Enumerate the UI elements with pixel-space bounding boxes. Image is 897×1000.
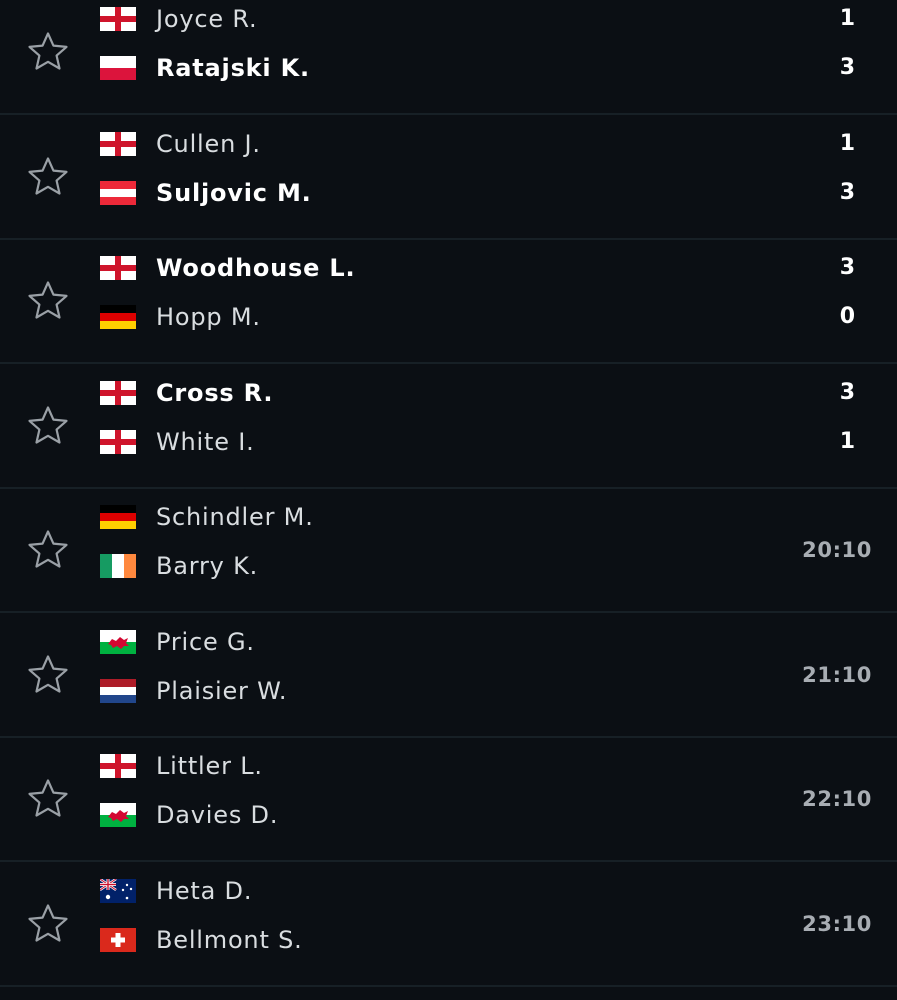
- home-player-name: Cross R.: [156, 379, 274, 407]
- match-row[interactable]: Woodhouse L. 3 Hopp M. 0: [0, 240, 897, 364]
- home-player-row: Joyce R. 1: [0, 0, 897, 39]
- match-row[interactable]: Littler L. Davies D. 22:10: [0, 738, 897, 862]
- england-flag: [100, 381, 136, 405]
- home-player-row: Cross R. 3: [0, 373, 897, 413]
- home-score: 1: [839, 131, 855, 156]
- away-score: 3: [839, 180, 855, 205]
- home-player-name: Price G.: [156, 628, 255, 656]
- away-player-row: Bellmont S.: [0, 920, 897, 960]
- home-player-row: Cullen J. 1: [0, 124, 897, 164]
- match-row[interactable]: Schindler M. Barry K. 20:10: [0, 489, 897, 613]
- match-start-time: 22:10: [802, 787, 872, 811]
- netherlands-flag: [100, 679, 136, 703]
- away-score: 0: [839, 304, 855, 329]
- away-player-name: Bellmont S.: [156, 926, 303, 954]
- england-flag: [100, 132, 136, 156]
- germany-flag: [100, 505, 136, 529]
- switzerland-flag: [100, 928, 136, 952]
- away-score: 1: [839, 429, 855, 454]
- away-player-row: Davies D.: [0, 795, 897, 835]
- home-player-name: Woodhouse L.: [156, 254, 356, 282]
- england-flag: [100, 7, 136, 31]
- home-player-row: Littler L.: [0, 746, 897, 786]
- home-player-name: Joyce R.: [156, 5, 258, 33]
- england-flag: [100, 754, 136, 778]
- away-player-name: Plaisier W.: [156, 677, 288, 705]
- match-row[interactable]: Cross R. 3 White I. 1: [0, 365, 897, 489]
- wales-flag: [100, 630, 136, 654]
- home-score: 3: [839, 255, 855, 280]
- home-score: 3: [839, 380, 855, 405]
- away-player-name: Ratajski K.: [156, 54, 310, 82]
- wales-flag: [100, 803, 136, 827]
- poland-flag: [100, 56, 136, 80]
- match-start-time: 21:10: [802, 663, 872, 687]
- home-player-row: Woodhouse L. 3: [0, 248, 897, 288]
- match-start-time: 23:10: [802, 912, 872, 936]
- home-player-name: Littler L.: [156, 752, 263, 780]
- away-player-row: Plaisier W.: [0, 671, 897, 711]
- germany-flag: [100, 305, 136, 329]
- match-row[interactable]: Price G. Plaisier W. 21:10: [0, 614, 897, 738]
- away-player-name: Barry K.: [156, 552, 259, 580]
- away-player-row: Barry K.: [0, 546, 897, 586]
- home-player-row: Schindler M.: [0, 497, 897, 537]
- away-player-row: White I. 1: [0, 422, 897, 462]
- ireland-flag: [100, 554, 136, 578]
- home-player-row: Heta D.: [0, 871, 897, 911]
- away-score: 3: [839, 55, 855, 80]
- away-player-row: Ratajski K. 3: [0, 48, 897, 88]
- away-player-row: Suljovic M. 3: [0, 173, 897, 213]
- match-row[interactable]: Joyce R. 1 Ratajski K. 3: [0, 0, 897, 115]
- match-start-time: 20:10: [802, 538, 872, 562]
- away-player-row: Hopp M. 0: [0, 297, 897, 337]
- australia-flag: [100, 879, 136, 903]
- home-player-name: Cullen J.: [156, 130, 261, 158]
- england-flag: [100, 256, 136, 280]
- match-row[interactable]: Cullen J. 1 Suljovic M. 3: [0, 116, 897, 240]
- england-flag: [100, 430, 136, 454]
- away-player-name: Davies D.: [156, 801, 279, 829]
- austria-flag: [100, 181, 136, 205]
- away-player-name: White I.: [156, 428, 255, 456]
- home-score: 1: [839, 6, 855, 31]
- away-player-name: Hopp M.: [156, 303, 261, 331]
- away-player-name: Suljovic M.: [156, 179, 312, 207]
- home-player-row: Price G.: [0, 622, 897, 662]
- match-row[interactable]: Heta D. Bellmont S. 23:10: [0, 863, 897, 987]
- home-player-name: Heta D.: [156, 877, 253, 905]
- home-player-name: Schindler M.: [156, 503, 314, 531]
